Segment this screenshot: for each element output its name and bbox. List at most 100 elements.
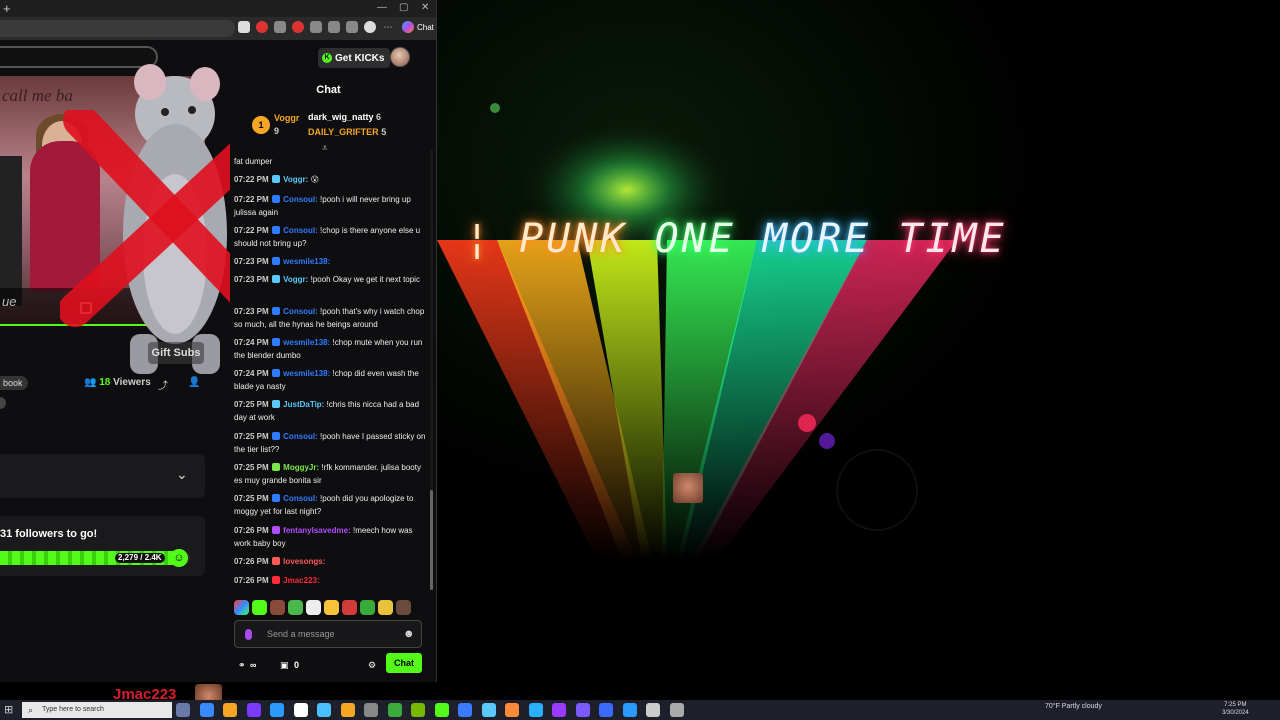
emote-icon[interactable] (342, 600, 357, 615)
tag-chip[interactable] (0, 397, 6, 409)
taskbar-app-icon[interactable] (270, 703, 284, 717)
chevron-down-icon[interactable]: ⌄ (176, 466, 188, 483)
taskbar-apps (176, 703, 684, 717)
get-kicks-button[interactable]: K Get KICKs (318, 48, 391, 68)
taskbar-app-icon[interactable] (434, 703, 449, 717)
leader-count: 9 (274, 126, 280, 136)
user-badge-icon (271, 526, 280, 534)
chat-scroll-thumb[interactable] (430, 490, 433, 590)
profile-icon[interactable] (364, 21, 376, 33)
system-tray: 70°F Partly cloudy (1045, 703, 1102, 710)
message-username[interactable]: Voggr: (283, 275, 308, 284)
close-button[interactable]: ✕ (421, 2, 429, 13)
taskbar-app-icon[interactable] (481, 703, 496, 717)
message-username[interactable]: Jmac223: (283, 576, 319, 585)
new-tab-button[interactable]: + (3, 1, 11, 16)
youtube-icon[interactable] (292, 21, 304, 33)
chat-message: 07:26 PM Jmac223: (234, 575, 426, 588)
windows-start-icon[interactable]: ⊞ (4, 704, 16, 716)
message-username[interactable]: wesmile138: (283, 257, 330, 266)
emote-icon[interactable] (288, 600, 303, 615)
taskbar-app-icon[interactable] (646, 703, 660, 717)
copilot-chat-button[interactable]: Chat (402, 21, 434, 33)
taskbar-app-icon[interactable] (528, 703, 543, 717)
message-username[interactable]: lovesongs: (283, 557, 325, 566)
message-username[interactable]: wesmile138: (283, 369, 330, 378)
chat-message: 07:22 PM Consoul: !chop is there anyone … (234, 225, 426, 250)
user-badge-icon (271, 576, 280, 584)
address-bar[interactable] (0, 20, 235, 37)
pip-icon[interactable] (80, 302, 92, 314)
puzzle-icon[interactable] (328, 21, 340, 33)
taskbar-app-icon[interactable] (223, 703, 237, 717)
taskbar-app-icon[interactable] (575, 703, 590, 717)
weather-text[interactable]: 70°F Partly cloudy (1045, 703, 1102, 710)
emote-icon[interactable] (396, 600, 411, 615)
category-tag[interactable]: book (0, 376, 28, 390)
emoji-icon[interactable]: ☻ (403, 628, 415, 640)
user-avatar[interactable] (390, 47, 410, 67)
message-username[interactable]: JustDaTip: (283, 400, 324, 409)
user-add-icon[interactable]: 👤 (188, 377, 200, 388)
leader-name[interactable]: dark_wig_natty 6 (308, 112, 381, 122)
message-username[interactable]: Consoul: (283, 195, 318, 204)
taskbar-app-icon[interactable] (387, 703, 402, 717)
emote-icon[interactable] (324, 600, 339, 615)
taskbar-app-icon[interactable] (176, 703, 190, 717)
taskbar-app-icon[interactable] (246, 703, 261, 717)
emote-icon[interactable] (252, 600, 267, 615)
message-username[interactable]: Voggr: (283, 175, 308, 184)
taskbar-app-icon[interactable] (411, 703, 425, 717)
leader-name[interactable]: DAILY_GRIFTER 5 (308, 127, 386, 137)
chat-message: 07:25 PM Consoul: !pooh did you apologiz… (234, 493, 426, 518)
collapsible-panel[interactable]: ⌄ (0, 454, 205, 498)
message-username[interactable]: MoggyJr: (283, 463, 319, 472)
screenshot-icon[interactable] (274, 21, 286, 33)
emote-icon[interactable] (270, 600, 285, 615)
message-time: 07:24 PM (234, 369, 269, 378)
minimize-button[interactable]: — (377, 2, 387, 13)
message-username[interactable]: Consoul: (283, 432, 318, 441)
extension-icon[interactable] (256, 21, 268, 33)
message-username[interactable]: fentanylsavedme: (283, 526, 351, 535)
taskbar-app-icon[interactable] (317, 703, 331, 717)
taskbar-app-icon[interactable] (669, 703, 684, 717)
emote-icon[interactable] (234, 600, 249, 615)
send-chat-button[interactable]: Chat (386, 653, 422, 673)
chat-message: 07:24 PM wesmile138: !chop mute when you… (234, 337, 426, 362)
message-username[interactable]: Consoul: (283, 307, 318, 316)
taskbar-app-icon[interactable] (293, 703, 308, 717)
taskbar-app-icon[interactable] (458, 703, 472, 717)
video-title-text: call me ba (2, 86, 73, 105)
emote-icon[interactable] (360, 600, 375, 615)
maximize-button[interactable]: ▢ (399, 2, 408, 13)
share-icon[interactable]: ⤴ (158, 377, 168, 392)
message-username[interactable]: Consoul: (283, 494, 318, 503)
gift-subs-button[interactable]: Gift Subs (148, 342, 204, 364)
leader-name[interactable]: Voggr (274, 113, 299, 123)
collections-icon[interactable] (346, 21, 358, 33)
more-icon[interactable]: ⋯ (382, 21, 394, 33)
taskbar-app-icon[interactable] (340, 703, 355, 717)
taskbar-app-icon[interactable] (364, 703, 378, 717)
taskbar-clock[interactable]: 7:25 PM 3/30/2024 (1222, 701, 1249, 717)
message-username[interactable]: Consoul: (283, 226, 318, 235)
message-input[interactable]: Send a message ☻ (234, 620, 422, 648)
taskbar-app-icon[interactable] (552, 703, 566, 717)
extension-icon[interactable] (310, 21, 322, 33)
message-time: 07:26 PM (234, 576, 269, 585)
emote-icon[interactable] (306, 600, 321, 615)
message-username[interactable]: wesmile138: (283, 338, 330, 347)
collapse-leaders-icon[interactable]: ⩡ (322, 143, 328, 154)
taskbar-search[interactable]: ⌕ Type here to search (22, 702, 172, 718)
link-icon[interactable]: ⚭ (238, 660, 246, 671)
gift-icon[interactable]: ▣ (280, 660, 289, 671)
taskbar-app-icon[interactable] (622, 703, 637, 717)
microphone-icon[interactable] (245, 629, 252, 640)
taskbar-app-icon[interactable] (599, 703, 613, 717)
extension-icon[interactable] (238, 21, 250, 33)
taskbar-app-icon[interactable] (199, 703, 214, 717)
taskbar-app-icon[interactable] (505, 703, 519, 717)
chat-settings-icon[interactable]: ⚙ (368, 660, 376, 671)
emote-icon[interactable] (378, 600, 393, 615)
